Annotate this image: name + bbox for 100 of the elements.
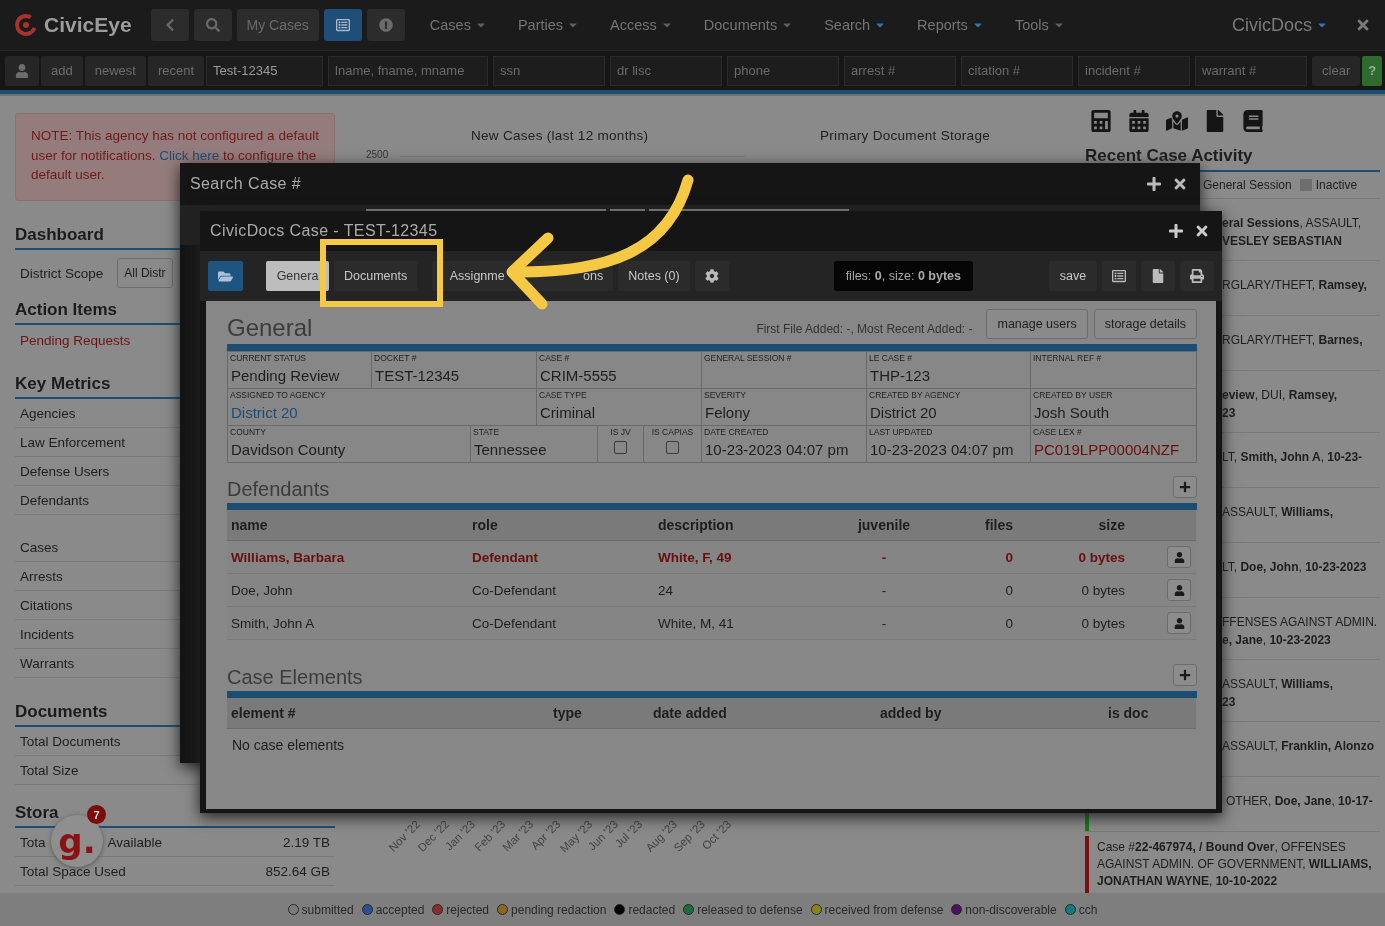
search-field[interactable]: phone [727, 55, 840, 86]
checkbox[interactable] [666, 441, 679, 454]
person-button[interactable] [1167, 546, 1191, 568]
column-header: date added [649, 698, 876, 729]
book-icon[interactable] [1242, 110, 1264, 132]
metric-label: Defendants [20, 492, 90, 508]
tab[interactable]: Documents [334, 261, 418, 291]
close-icon[interactable] [1172, 176, 1188, 192]
search-option-button[interactable]: recent [147, 55, 205, 86]
nav-menu[interactable]: Cases [429, 17, 487, 33]
legend-label: General Session [1203, 178, 1292, 192]
search-option-button[interactable]: newest [84, 55, 146, 86]
field-value: Josh South [1033, 404, 1110, 421]
nav-menu[interactable]: Access [610, 17, 673, 33]
search-field[interactable]: Test-12345 [206, 55, 324, 86]
metric-label: Incidents [20, 626, 75, 642]
field-value: 10-23-2023 04:07 pm [704, 441, 849, 458]
gear-icon [704, 269, 719, 283]
print-button[interactable] [1180, 261, 1214, 291]
plus-icon[interactable] [1168, 223, 1184, 239]
metric-label: Law Enforcement [20, 434, 126, 450]
tab[interactable]: Notes (0) [618, 261, 690, 291]
list-view-button[interactable] [323, 9, 362, 41]
legend-label: Inactive [1315, 178, 1358, 192]
nav-menu[interactable]: Parties [517, 17, 580, 33]
person-icon [15, 63, 29, 78]
nav-menu[interactable]: Search [824, 17, 887, 33]
person-icon [1173, 584, 1185, 596]
field-value: Tennessee [473, 441, 547, 458]
action-button[interactable]: manage users [986, 309, 1088, 339]
close-icon[interactable] [1194, 223, 1210, 239]
metric-value: 852.64 GB [265, 863, 330, 879]
plus-icon [1179, 669, 1191, 681]
add-button[interactable] [1173, 476, 1197, 498]
print-icon [1190, 269, 1204, 283]
list-icon [1112, 269, 1126, 283]
folder-button[interactable] [208, 261, 243, 291]
search-option-button[interactable]: add [41, 55, 83, 86]
column-header: description [654, 510, 824, 541]
save-button[interactable]: save [1049, 261, 1097, 291]
calculator-icon[interactable] [1090, 110, 1112, 132]
table-cell: 0 [944, 607, 1017, 640]
search-field[interactable]: dr lisc [610, 55, 723, 86]
field-label: IS CAPIAS [651, 427, 694, 437]
field-label: CREATED BY USER [1033, 390, 1113, 400]
column-header: is doc [1104, 698, 1196, 729]
help-button[interactable]: ? [1362, 55, 1383, 86]
nav-menu[interactable]: Reports [917, 17, 984, 33]
my-cases-button[interactable]: My Cases [236, 9, 319, 41]
app-switcher[interactable]: CivicDocs [1232, 14, 1328, 36]
search-field[interactable]: arrest # [844, 55, 957, 86]
field-value: THP-123 [869, 367, 931, 384]
nav-menu[interactable]: Tools [1014, 17, 1065, 33]
field-value: PC019LPP00004NZF [1033, 441, 1180, 458]
metric-label: Total Documents [20, 733, 121, 749]
file-icon[interactable] [1204, 110, 1226, 132]
search-button[interactable] [193, 9, 232, 41]
activity-text[interactable]: Case #22-467974, / Bound Over, OFFENSES AGAINST ADMIN. OF GOVERNMENT, WILLIAMS, JONATHAN WAYNE, 10-10-2022 [1089, 836, 1372, 893]
status-label: received from defense [824, 902, 944, 917]
user-button[interactable] [5, 55, 39, 86]
agency-link[interactable]: District 20 [230, 404, 298, 421]
table-cell: - [824, 574, 944, 607]
search-field[interactable]: warrant # [1195, 55, 1308, 86]
search-field[interactable]: incident # [1078, 55, 1191, 86]
search-field[interactable]: citation # [961, 55, 1074, 86]
field-label: COUNTY [230, 427, 266, 437]
list-button[interactable] [1102, 261, 1136, 291]
field-value: 10-23-2023 04:07 pm [869, 441, 1014, 458]
table-cell: 0 [944, 541, 1017, 574]
column-header: name [227, 510, 468, 541]
status-label: accepted [375, 902, 425, 917]
field-label: ASSIGNED TO AGENCY [230, 390, 326, 400]
table-cell: Co-Defendant [468, 607, 654, 640]
add-button[interactable] [1173, 664, 1197, 686]
file-button[interactable] [1141, 261, 1175, 291]
search-field[interactable]: lname, fname, mname [328, 55, 489, 86]
nav-menu[interactable]: Documents [703, 17, 794, 33]
table-cell: 24 [654, 574, 824, 607]
search-field[interactable]: ssn [493, 55, 606, 86]
person-button[interactable] [1167, 579, 1191, 601]
field-value: Davidson County [230, 441, 346, 458]
field-value: District 20 [869, 404, 937, 421]
tab[interactable]: Genera [266, 261, 329, 291]
action-button[interactable]: storage details [1093, 309, 1197, 339]
scope-label: District Scope [20, 265, 104, 281]
checkbox[interactable] [614, 441, 627, 454]
action-link[interactable]: Pending Requests [20, 333, 131, 348]
section-title: Case Elements [227, 666, 363, 689]
person-button[interactable] [1167, 612, 1191, 634]
exclamation-icon [378, 18, 393, 32]
field-label: IS JV [610, 427, 631, 437]
settings-button[interactable] [694, 261, 729, 291]
plus-icon[interactable] [1146, 176, 1162, 192]
field-label: INTERNAL REF # [1033, 353, 1102, 363]
scope-select[interactable]: All Distr [117, 258, 173, 288]
section-title: Defendants [227, 478, 330, 501]
table-cell: Williams, Barbara [227, 541, 468, 574]
map-icon[interactable] [1166, 110, 1188, 132]
clear-button[interactable]: clear [1312, 55, 1361, 86]
calendar-icon[interactable] [1128, 110, 1150, 132]
